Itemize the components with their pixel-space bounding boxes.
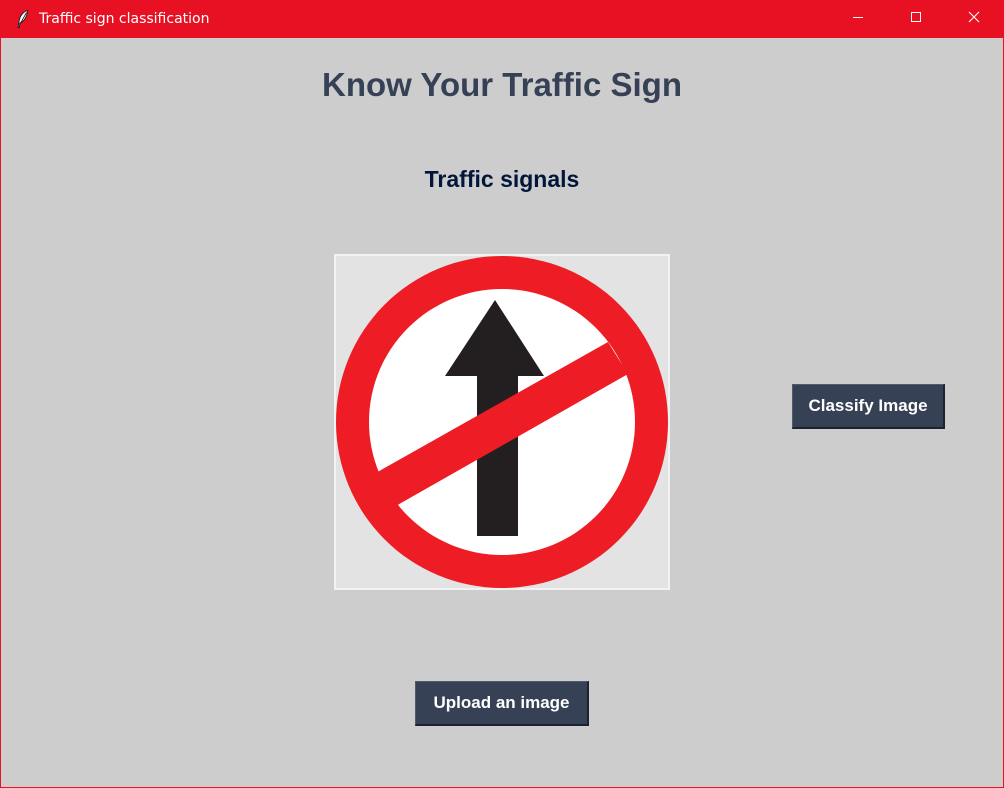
upload-image-button[interactable]: Upload an image: [415, 681, 589, 726]
feather-icon: [15, 10, 31, 28]
no-straight-ahead-sign-image: [336, 256, 668, 588]
maximize-button[interactable]: [887, 0, 945, 38]
classify-image-button[interactable]: Classify Image: [792, 384, 945, 429]
title-bar[interactable]: Traffic sign classification: [1, 0, 1003, 38]
page-subtitle: Traffic signals: [424, 166, 580, 192]
main-content: Know Your Traffic Sign Traffic signals C…: [1, 38, 1003, 787]
window-controls: [829, 0, 1003, 38]
page-title: Know Your Traffic Sign: [322, 66, 682, 103]
maximize-icon: [910, 10, 922, 28]
app-window: Traffic sign classification Know Your Tr…: [0, 0, 1004, 788]
close-button[interactable]: [945, 0, 1003, 38]
sign-image-panel: [334, 254, 670, 590]
window-title: Traffic sign classification: [39, 11, 210, 27]
close-icon: [968, 10, 980, 28]
minimize-icon: [852, 10, 864, 28]
minimize-button[interactable]: [829, 0, 887, 38]
